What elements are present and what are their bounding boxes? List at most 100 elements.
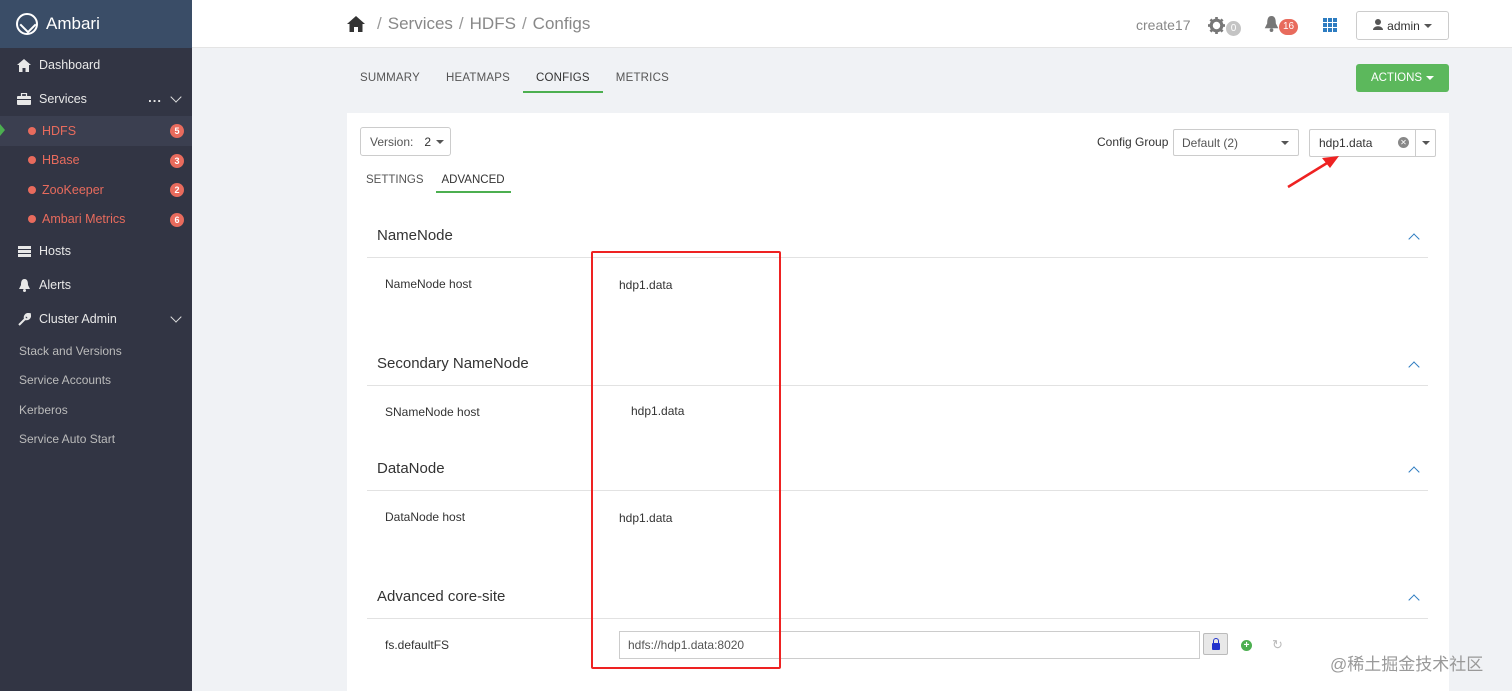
status-dot-icon [28, 126, 36, 135]
host-filter-dropdown-button[interactable] [1415, 129, 1436, 157]
sidebar-item-hosts[interactable]: Hosts [0, 234, 192, 268]
lock-button[interactable] [1203, 633, 1228, 655]
config-group-select[interactable]: Default (2) [1173, 129, 1299, 156]
admin-link-kerberos[interactable]: Kerberos [0, 395, 192, 425]
divider [367, 490, 1428, 491]
tab-metrics[interactable]: METRICS [603, 64, 682, 93]
tab-configs[interactable]: CONFIGS [523, 64, 603, 93]
tab-advanced[interactable]: ADVANCED [435, 171, 511, 193]
sidebar-service-ambari-metrics[interactable]: Ambari Metrics 6 [0, 205, 192, 235]
host-filter-value: hdp1.data [1319, 136, 1373, 150]
home-icon[interactable] [347, 16, 365, 32]
brand-name: Ambari [46, 14, 100, 33]
admin-link-stack-versions[interactable]: Stack and Versions [0, 336, 192, 366]
chevron-up-icon[interactable] [1408, 466, 1420, 478]
alerts-count-badge: 16 [1279, 18, 1299, 35]
breadcrumb-separator: / [521, 14, 527, 33]
alerts-button[interactable]: 16 [1264, 16, 1299, 37]
actions-label: ACTIONS [1370, 72, 1423, 84]
section-title-namenode[interactable]: NameNode [377, 227, 453, 244]
caret-down-icon [1281, 141, 1289, 145]
sidebar-service-zookeeper[interactable]: ZooKeeper 2 [0, 175, 192, 205]
ops-count-badge: 0 [1226, 20, 1241, 36]
sidebar-service-hdfs[interactable]: HDFS 5 [0, 116, 192, 146]
sidebar-item-label: Cluster Admin [39, 312, 117, 326]
breadcrumb-configs: Configs [532, 14, 591, 33]
sidebar-item-label: Alerts [39, 278, 71, 292]
chevron-down-icon[interactable] [170, 311, 182, 324]
chevron-up-icon[interactable] [1408, 594, 1420, 606]
clear-filter-icon[interactable]: ✕ [1398, 137, 1409, 148]
version-dropdown[interactable]: Version: 2 [360, 127, 451, 156]
annotation-highlight-box [591, 251, 781, 669]
wrench-icon [16, 312, 32, 326]
config-panel: Version: 2 Config Group Default (2) hdp1… [347, 113, 1449, 691]
tab-settings[interactable]: SETTINGS [360, 171, 430, 193]
service-label: Ambari Metrics [42, 212, 126, 227]
tab-heatmaps[interactable]: HEATMAPS [433, 64, 523, 93]
bell-icon [1264, 16, 1279, 37]
chevron-down-icon[interactable] [170, 91, 182, 104]
prop-label-snamenode-host: SNameNode host [385, 405, 480, 419]
sidebar-item-alerts[interactable]: Alerts [0, 268, 192, 302]
breadcrumb-separator: / [377, 14, 382, 33]
brand[interactable]: Ambari [0, 0, 192, 48]
divider [367, 385, 1428, 386]
annotation-arrow-icon [1287, 156, 1339, 189]
prop-label-fs-defaultfs: fs.defaultFS [385, 638, 450, 652]
user-menu-button[interactable]: admin [1356, 11, 1449, 40]
caret-down-icon [1423, 23, 1432, 28]
sidebar-item-cluster-admin[interactable]: Cluster Admin [0, 302, 192, 336]
services-more-icon[interactable]: ... [148, 90, 162, 105]
caret-down-icon [1421, 141, 1430, 145]
tab-summary[interactable]: SUMMARY [347, 64, 433, 93]
admin-link-service-accounts[interactable]: Service Accounts [0, 366, 192, 396]
config-group-value: Default (2) [1182, 135, 1239, 150]
sidebar-item-label: Services [39, 92, 87, 106]
chevron-up-icon[interactable] [1408, 233, 1420, 245]
sidebar-item-label: Dashboard [39, 58, 101, 72]
ambari-logo-icon [16, 13, 38, 35]
add-override-icon[interactable]: + [1241, 640, 1252, 651]
briefcase-icon [16, 92, 32, 106]
prop-label-namenode-host: NameNode host [385, 277, 472, 291]
config-subtabs: SETTINGS ADVANCED [360, 171, 517, 193]
alert-count-badge: 5 [170, 124, 184, 138]
top-bar: / Services / HDFS / Configs create17 0 1… [192, 0, 1512, 48]
sidebar-service-hbase[interactable]: HBase 3 [0, 146, 192, 176]
section-title-datanode[interactable]: DataNode [377, 460, 445, 477]
prop-label-datanode-host: DataNode host [385, 510, 466, 524]
section-title-advanced-core-site[interactable]: Advanced core-site [377, 588, 505, 605]
section-title-secondary-namenode[interactable]: Secondary NameNode [377, 355, 529, 372]
user-icon [1373, 18, 1384, 33]
cluster-name: create17 [1136, 17, 1191, 33]
version-value: 2 [424, 134, 432, 149]
bell-icon [16, 278, 32, 292]
service-label: ZooKeeper [42, 182, 104, 197]
service-tabs: SUMMARY HEATMAPS CONFIGS METRICS [347, 64, 682, 93]
version-label: Version: [370, 134, 414, 149]
divider [367, 618, 1428, 619]
background-ops-button[interactable]: 0 [1208, 17, 1241, 39]
breadcrumb-separator: / [458, 14, 464, 33]
sidebar-item-services[interactable]: Services ... [0, 82, 192, 116]
lock-icon [1211, 637, 1220, 650]
server-icon [16, 244, 32, 258]
user-name: admin [1387, 18, 1420, 33]
breadcrumb-hdfs[interactable]: HDFS [470, 14, 516, 34]
watermark: @稀土掘金技术社区 [1330, 655, 1484, 674]
chevron-up-icon[interactable] [1408, 361, 1420, 373]
admin-link-service-auto-start[interactable]: Service Auto Start [0, 425, 192, 455]
refresh-icon[interactable]: ↻ [1272, 637, 1283, 653]
views-grid-icon[interactable] [1323, 18, 1339, 32]
alert-count-badge: 3 [170, 153, 184, 168]
sidebar: Ambari Dashboard Services ... HDFS 5 HBa… [0, 0, 192, 691]
sidebar-item-dashboard[interactable]: Dashboard [0, 48, 192, 82]
gear-icon [1208, 17, 1225, 39]
service-label: HBase [42, 153, 80, 168]
caret-down-icon [1426, 76, 1435, 80]
divider [367, 257, 1428, 258]
config-group-label: Config Group [1097, 135, 1169, 149]
actions-button[interactable]: ACTIONS [1356, 64, 1449, 92]
breadcrumb-services[interactable]: Services [388, 14, 453, 34]
